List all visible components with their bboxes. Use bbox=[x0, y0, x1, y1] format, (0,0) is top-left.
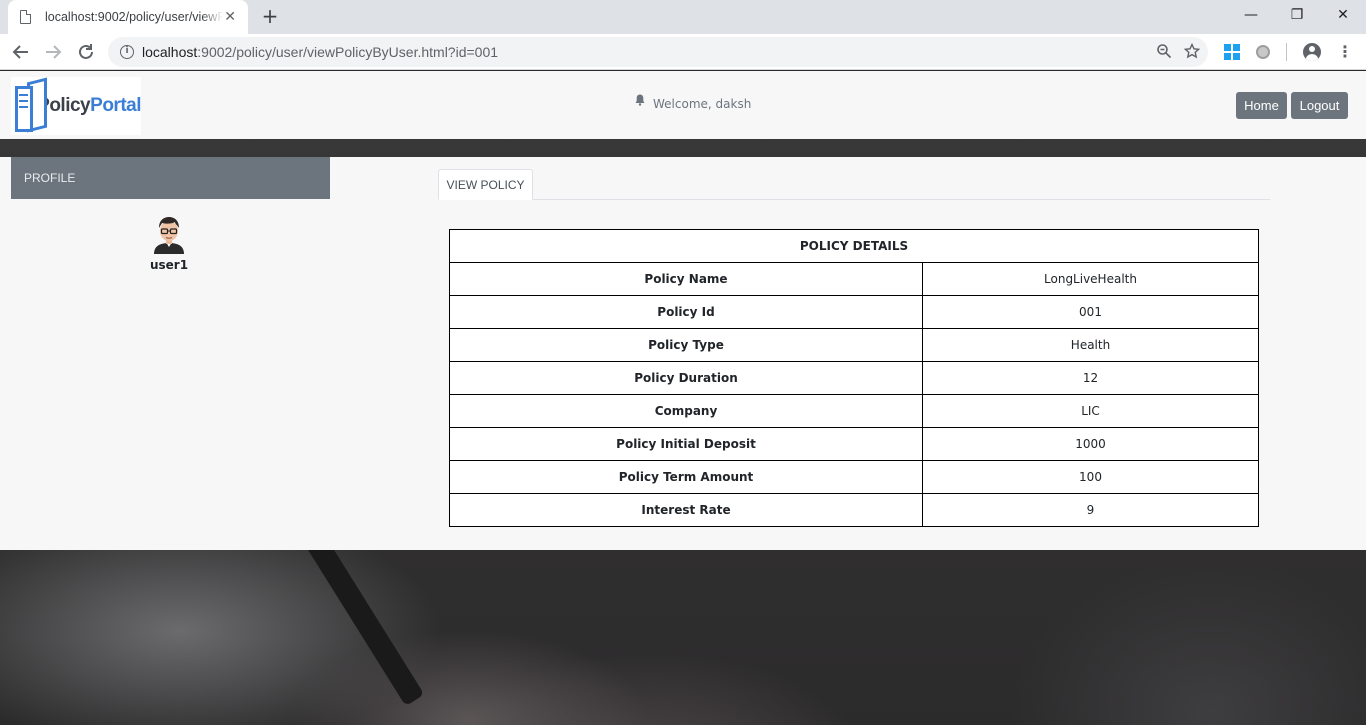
star-icon[interactable] bbox=[1183, 42, 1201, 63]
table-row: Policy Duration 12 bbox=[449, 361, 1259, 395]
restore-button[interactable]: ❐ bbox=[1274, 0, 1320, 30]
close-tab-icon[interactable]: ✕ bbox=[224, 9, 236, 25]
forward-icon[interactable] bbox=[42, 41, 64, 63]
toolbar-separator bbox=[1286, 43, 1287, 61]
window-controls: — ❐ ✕ bbox=[1228, 0, 1366, 30]
user-avatar bbox=[154, 217, 184, 254]
minimize-button[interactable]: — bbox=[1228, 0, 1274, 30]
row-label: Policy Id bbox=[449, 295, 923, 329]
table-row: Policy Type Health bbox=[449, 328, 1259, 362]
browser-tabstrip: localhost:9002/policy/user/viewPolicyByU… bbox=[0, 0, 1366, 34]
row-value: 1000 bbox=[922, 427, 1259, 461]
browser-toolbar: i localhost:9002/policy/user/viewPolicyB… bbox=[0, 34, 1366, 70]
row-value: Health bbox=[922, 328, 1259, 362]
row-label: Policy Term Amount bbox=[449, 460, 923, 494]
row-value: 100 bbox=[922, 460, 1259, 494]
welcome-text: Welcome, daksh bbox=[653, 97, 752, 111]
row-value: 12 bbox=[922, 361, 1259, 395]
tab-view-policy[interactable]: VIEW POLICY bbox=[438, 169, 533, 200]
extension-icons: ⋮ bbox=[1224, 43, 1353, 61]
policy-portal-logo[interactable]: PolicyPortal bbox=[11, 77, 141, 135]
policy-details-table: POLICY DETAILS Policy Name LongLiveHealth… bbox=[449, 229, 1259, 527]
main-content: PROFILE user1 VIEW POLICY POLICY DETAILS… bbox=[0, 157, 1366, 550]
row-label: Interest Rate bbox=[449, 493, 923, 527]
logo-icon bbox=[13, 77, 47, 134]
table-row: Company LIC bbox=[449, 394, 1259, 428]
row-value: LongLiveHealth bbox=[922, 262, 1259, 296]
url-path: :9002/policy/user/viewPolicyByUser.html?… bbox=[197, 44, 499, 60]
table-row: Policy Id 001 bbox=[449, 295, 1259, 329]
new-tab-button[interactable]: + bbox=[259, 5, 281, 27]
row-label: Policy Initial Deposit bbox=[449, 427, 923, 461]
table-row: Policy Initial Deposit 1000 bbox=[449, 427, 1259, 461]
row-label: Policy Type bbox=[449, 328, 923, 362]
table-row: Policy Name LongLiveHealth bbox=[449, 262, 1259, 296]
profile-icon[interactable] bbox=[1303, 43, 1321, 61]
extension-icon[interactable] bbox=[1256, 45, 1270, 59]
windows-extension-icon[interactable] bbox=[1224, 44, 1240, 60]
username: user1 bbox=[149, 258, 189, 272]
back-icon[interactable] bbox=[10, 41, 32, 63]
browser-tab[interactable]: localhost:9002/policy/user/viewPolicyByU… bbox=[8, 0, 248, 34]
address-bar[interactable]: i localhost:9002/policy/user/viewPolicyB… bbox=[108, 37, 1208, 67]
table-row: Policy Term Amount 100 bbox=[449, 460, 1259, 494]
info-icon[interactable]: i bbox=[120, 45, 134, 59]
tab-title: localhost:9002/policy/user/viewPolicyByU… bbox=[45, 10, 223, 24]
bell-icon bbox=[635, 94, 645, 106]
row-label: Policy Name bbox=[449, 262, 923, 296]
logout-button[interactable]: Logout bbox=[1291, 92, 1348, 119]
tabs-divider bbox=[438, 199, 1270, 200]
url-host: localhost bbox=[142, 44, 198, 60]
row-value: 9 bbox=[922, 493, 1259, 527]
row-label: Company bbox=[449, 394, 923, 428]
welcome-message: Welcome, daksh bbox=[635, 94, 752, 111]
row-value: 001 bbox=[922, 295, 1259, 329]
logo-text: PolicyPortal bbox=[37, 95, 141, 116]
page-icon bbox=[20, 10, 31, 24]
site-header: PolicyPortal Welcome, daksh Home Logout bbox=[0, 71, 1366, 139]
table-row: Interest Rate 9 bbox=[449, 493, 1259, 527]
home-button[interactable]: Home bbox=[1236, 92, 1287, 119]
url-text[interactable]: localhost:9002/policy/user/viewPolicyByU… bbox=[142, 44, 498, 60]
row-label: Policy Duration bbox=[449, 361, 923, 395]
table-title: POLICY DETAILS bbox=[449, 229, 1259, 263]
row-value: LIC bbox=[922, 394, 1259, 428]
menu-icon[interactable]: ⋮ bbox=[1337, 44, 1353, 60]
profile-header[interactable]: PROFILE bbox=[11, 157, 330, 199]
close-window-button[interactable]: ✕ bbox=[1320, 0, 1366, 30]
zoom-icon[interactable] bbox=[1156, 43, 1172, 63]
omnibox-actions bbox=[1156, 42, 1201, 63]
reload-icon[interactable] bbox=[75, 41, 97, 63]
